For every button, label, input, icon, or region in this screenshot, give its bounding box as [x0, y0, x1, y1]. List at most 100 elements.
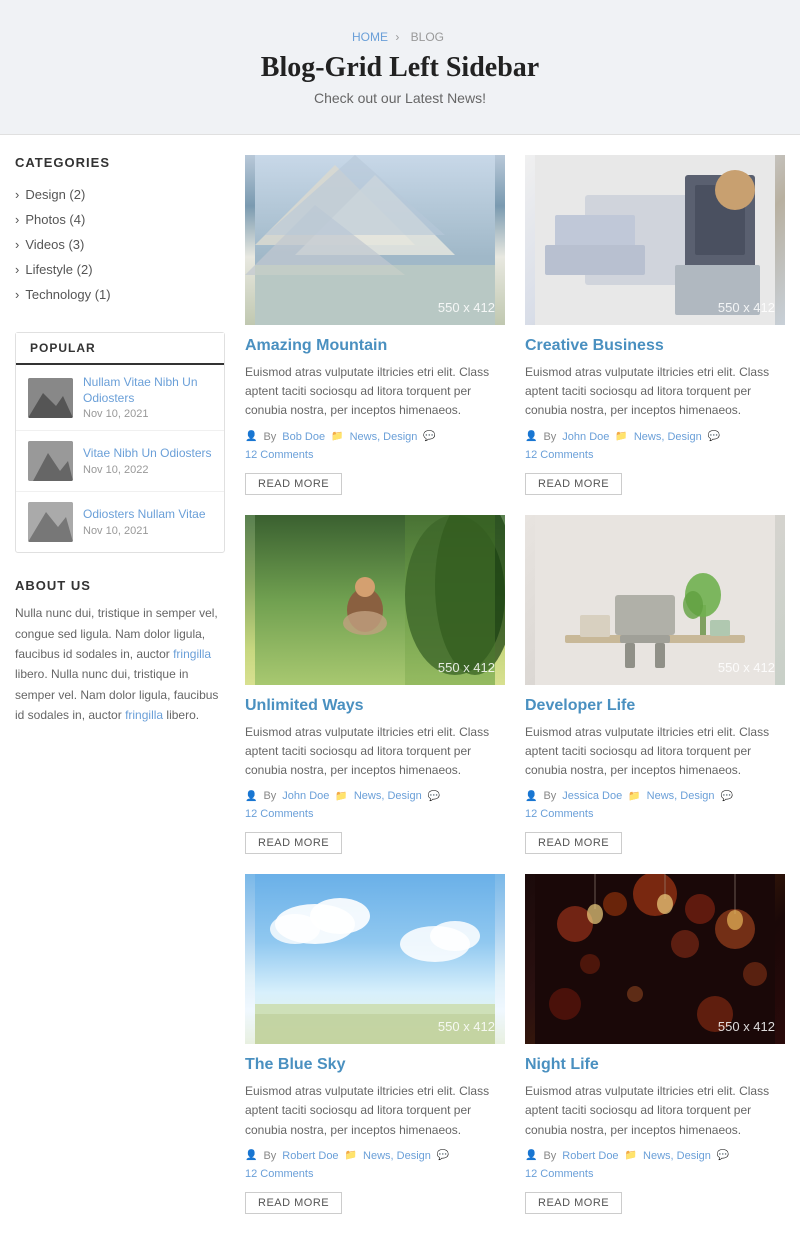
author-icon-4: 👤: [525, 791, 537, 802]
by-label-4: By: [543, 790, 556, 802]
blog-card-5: 550 x 412 The Blue Sky Euismod atras vul…: [245, 874, 505, 1214]
popular-item-3[interactable]: Odiosters Nullam Vitae Nov 10, 2021: [16, 492, 224, 552]
categories-3[interactable]: News, Design: [354, 790, 422, 802]
author-icon-1: 👤: [245, 431, 257, 442]
author-2[interactable]: John Doe: [562, 431, 609, 443]
author-icon-3: 👤: [245, 791, 257, 802]
breadcrumb-separator: ›: [395, 30, 399, 44]
categories-5[interactable]: News, Design: [363, 1150, 431, 1162]
about-text: Nulla nunc dui, tristique in semper vel,…: [15, 603, 225, 725]
popular-info-2: Vitae Nibh Un Odiosters Nov 10, 2022: [83, 446, 212, 476]
folder-icon-3: 📁: [335, 791, 347, 802]
blog-title-2[interactable]: Creative Business: [525, 337, 785, 355]
folder-icon-1: 📁: [331, 431, 343, 442]
blog-image-4: 550 x 412: [525, 515, 785, 685]
page-subtitle: Check out our Latest News!: [20, 90, 780, 106]
blog-excerpt-1: Euismod atras vulputate iltricies etri e…: [245, 363, 505, 421]
category-videos[interactable]: Videos (3): [15, 232, 225, 257]
about-section: ABOUT US Nulla nunc dui, tristique in se…: [15, 578, 225, 725]
popular-thumb-1: [28, 378, 73, 418]
categories-1[interactable]: News, Design: [350, 431, 418, 443]
author-4[interactable]: Jessica Doe: [562, 790, 622, 802]
blog-image-label-6: 550 x 412: [718, 1019, 775, 1034]
about-link-1[interactable]: fringilla: [173, 647, 211, 661]
popular-info-1: Nullam Vitae Nibh Un Odiosters Nov 10, 2…: [83, 375, 212, 420]
by-label-1: By: [263, 431, 276, 443]
folder-icon-6: 📁: [625, 1150, 637, 1161]
author-6[interactable]: Robert Doe: [562, 1150, 618, 1162]
blog-excerpt-4: Euismod atras vulputate iltricies etri e…: [525, 723, 785, 781]
blog-content: 550 x 412 Amazing Mountain Euismod atras…: [245, 155, 785, 1214]
comments-5[interactable]: 12 Comments: [245, 1168, 313, 1180]
comment-icon-4: 💬: [721, 791, 733, 802]
read-more-btn-1[interactable]: READ MORE: [245, 473, 342, 495]
read-more-btn-5[interactable]: READ MORE: [245, 1192, 342, 1214]
blog-image-label-4: 550 x 412: [718, 660, 775, 675]
categories-6[interactable]: News, Design: [643, 1150, 711, 1162]
read-more-btn-2[interactable]: READ MORE: [525, 473, 622, 495]
popular-tab[interactable]: POPULAR: [16, 333, 224, 365]
category-lifestyle[interactable]: Lifestyle (2): [15, 257, 225, 282]
read-more-btn-6[interactable]: READ MORE: [525, 1192, 622, 1214]
blog-title-6[interactable]: Night Life: [525, 1056, 785, 1074]
by-label-2: By: [543, 431, 556, 443]
comments-2[interactable]: 12 Comments: [525, 449, 593, 461]
author-1[interactable]: Bob Doe: [282, 431, 325, 443]
author-3[interactable]: John Doe: [282, 790, 329, 802]
category-design[interactable]: Design (2): [15, 182, 225, 207]
blog-title-5[interactable]: The Blue Sky: [245, 1056, 505, 1074]
blog-card-4: 550 x 412 Developer Life Euismod atras v…: [525, 515, 785, 855]
popular-item-2[interactable]: Vitae Nibh Un Odiosters Nov 10, 2022: [16, 431, 224, 492]
popular-date-1: Nov 10, 2021: [83, 408, 212, 420]
categories-list: Design (2) Photos (4) Videos (3) Lifesty…: [15, 182, 225, 307]
breadcrumb-home[interactable]: HOME: [352, 30, 388, 44]
blog-image-label-3: 550 x 412: [438, 660, 495, 675]
blog-meta-2: 👤 By John Doe 📁 News, Design 💬 12 Commen…: [525, 431, 785, 461]
blog-image-6: 550 x 412: [525, 874, 785, 1044]
blog-image-label-2: 550 x 412: [718, 300, 775, 315]
blog-meta-4: 👤 By Jessica Doe 📁 News, Design 💬 12 Com…: [525, 790, 785, 820]
popular-widget: POPULAR Nullam Vitae Nibh Un Odiosters N…: [15, 332, 225, 553]
sidebar: CATEGORIES Design (2) Photos (4) Videos …: [15, 155, 225, 1214]
breadcrumb: HOME › BLOG: [20, 30, 780, 44]
blog-image-5: 550 x 412: [245, 874, 505, 1044]
blog-image-2: 550 x 412: [525, 155, 785, 325]
blog-title-3[interactable]: Unlimited Ways: [245, 697, 505, 715]
categories-2[interactable]: News, Design: [634, 431, 702, 443]
blog-excerpt-6: Euismod atras vulputate iltricies etri e…: [525, 1082, 785, 1140]
blog-image-label-5: 550 x 412: [438, 1019, 495, 1034]
category-technology[interactable]: Technology (1): [15, 282, 225, 307]
about-link-2[interactable]: fringilla: [125, 708, 163, 722]
popular-date-2: Nov 10, 2022: [83, 464, 212, 476]
comment-icon-5: 💬: [437, 1150, 449, 1161]
about-title: ABOUT US: [15, 578, 225, 593]
popular-title-3[interactable]: Odiosters Nullam Vitae: [83, 507, 212, 523]
blog-card-1: 550 x 412 Amazing Mountain Euismod atras…: [245, 155, 505, 495]
read-more-btn-3[interactable]: READ MORE: [245, 832, 342, 854]
blog-title-4[interactable]: Developer Life: [525, 697, 785, 715]
comments-6[interactable]: 12 Comments: [525, 1168, 593, 1180]
category-photos[interactable]: Photos (4): [15, 207, 225, 232]
comments-4[interactable]: 12 Comments: [525, 808, 593, 820]
blog-meta-3: 👤 By John Doe 📁 News, Design 💬 12 Commen…: [245, 790, 505, 820]
author-icon-6: 👤: [525, 1150, 537, 1161]
blog-image-1: 550 x 412: [245, 155, 505, 325]
blog-card-6: 550 x 412 Night Life Euismod atras vulpu…: [525, 874, 785, 1214]
blog-title-1[interactable]: Amazing Mountain: [245, 337, 505, 355]
popular-date-3: Nov 10, 2021: [83, 525, 212, 537]
main-container: CATEGORIES Design (2) Photos (4) Videos …: [0, 135, 800, 1234]
blog-image-3: 550 x 412: [245, 515, 505, 685]
categories-4[interactable]: News, Design: [647, 790, 715, 802]
author-5[interactable]: Robert Doe: [282, 1150, 338, 1162]
popular-item[interactable]: Nullam Vitae Nibh Un Odiosters Nov 10, 2…: [16, 365, 224, 431]
comments-1[interactable]: 12 Comments: [245, 449, 313, 461]
read-more-btn-4[interactable]: READ MORE: [525, 832, 622, 854]
popular-title-1[interactable]: Nullam Vitae Nibh Un Odiosters: [83, 375, 212, 406]
popular-thumb-2: [28, 441, 73, 481]
page-title: Blog-Grid Left Sidebar: [20, 52, 780, 84]
comments-3[interactable]: 12 Comments: [245, 808, 313, 820]
popular-title-2[interactable]: Vitae Nibh Un Odiosters: [83, 446, 212, 462]
blog-excerpt-5: Euismod atras vulputate iltricies etri e…: [245, 1082, 505, 1140]
folder-icon-4: 📁: [628, 791, 640, 802]
folder-icon-2: 📁: [615, 431, 627, 442]
